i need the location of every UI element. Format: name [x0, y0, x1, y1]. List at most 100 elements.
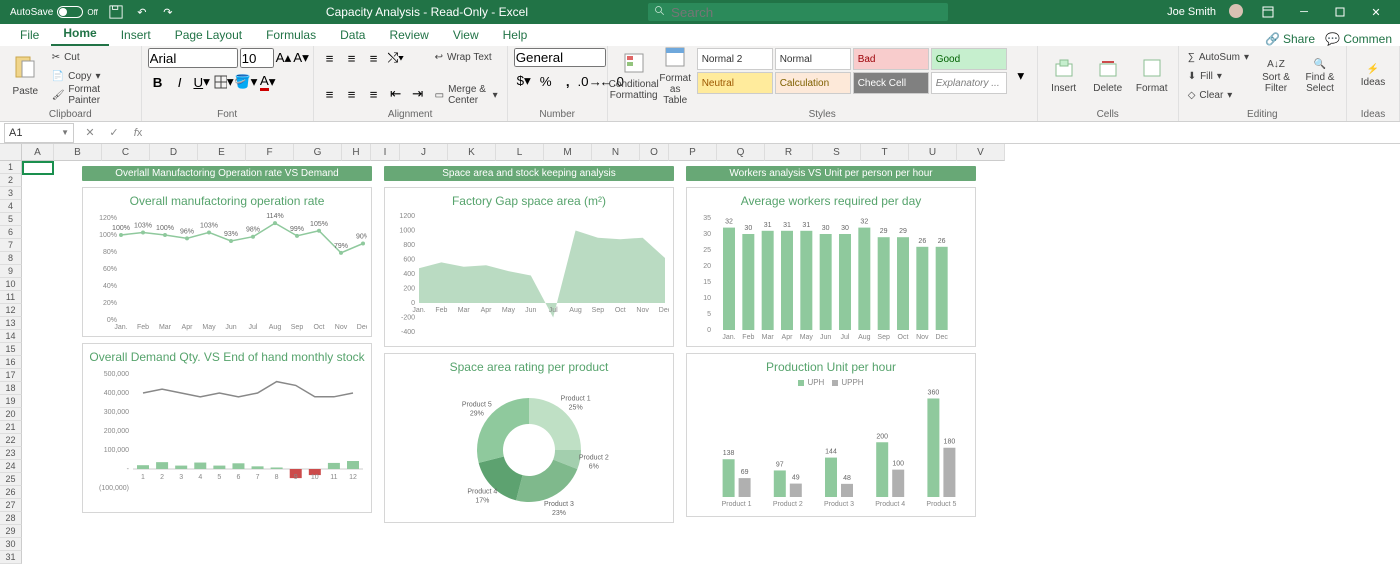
row-header[interactable]: 24: [0, 460, 22, 473]
col-header[interactable]: Q: [717, 144, 765, 161]
tab-data[interactable]: Data: [328, 24, 377, 46]
delete-cells-button[interactable]: Delete: [1088, 48, 1128, 104]
fx-icon[interactable]: fx: [126, 127, 150, 139]
find-select-button[interactable]: 🔍Find & Select: [1300, 48, 1340, 104]
col-header[interactable]: B: [54, 144, 102, 161]
row-header[interactable]: 19: [0, 395, 22, 408]
orientation-icon[interactable]: ⤭▾: [386, 48, 406, 68]
row-header[interactable]: 4: [0, 200, 22, 213]
tab-home[interactable]: Home: [51, 22, 108, 46]
col-header[interactable]: A: [22, 144, 54, 161]
number-format-select[interactable]: [514, 48, 606, 67]
row-header[interactable]: 12: [0, 304, 22, 317]
row-header[interactable]: 8: [0, 252, 22, 265]
align-top-icon[interactable]: ≡: [320, 48, 340, 68]
row-header[interactable]: 18: [0, 382, 22, 395]
col-header[interactable]: M: [544, 144, 592, 161]
tab-insert[interactable]: Insert: [109, 24, 163, 46]
col-header[interactable]: I: [371, 144, 400, 161]
tab-formulas[interactable]: Formulas: [254, 24, 328, 46]
close-icon[interactable]: ✕: [1364, 0, 1388, 24]
row-header[interactable]: 2: [0, 174, 22, 187]
col-header[interactable]: V: [957, 144, 1005, 161]
row-header[interactable]: 30: [0, 538, 22, 551]
minimize-icon[interactable]: ─: [1292, 0, 1316, 24]
maximize-icon[interactable]: [1328, 0, 1352, 24]
copy-button[interactable]: 📄Copy ▾: [49, 67, 135, 85]
cancel-icon[interactable]: ✕: [78, 126, 102, 139]
row-header[interactable]: 3: [0, 187, 22, 200]
tab-review[interactable]: Review: [377, 24, 440, 46]
row-header[interactable]: 11: [0, 291, 22, 304]
paste-button[interactable]: Paste: [6, 48, 45, 104]
conditional-formatting-button[interactable]: Conditional Formatting: [614, 48, 654, 104]
row-header[interactable]: 27: [0, 499, 22, 512]
ribbon-display-icon[interactable]: [1256, 0, 1280, 24]
chart-uph[interactable]: Production Unit per hour UPH UPPH 13869P…: [686, 353, 976, 517]
wrap-text-button[interactable]: ↩Wrap Text: [432, 48, 501, 66]
tab-page-layout[interactable]: Page Layout: [163, 24, 254, 46]
search-input[interactable]: [671, 5, 942, 20]
autosave-toggle[interactable]: AutoSave Off: [10, 6, 98, 18]
font-family-select[interactable]: [148, 48, 238, 68]
formula-input[interactable]: [150, 123, 1400, 143]
col-header[interactable]: C: [102, 144, 150, 161]
row-header[interactable]: 13: [0, 317, 22, 330]
row-header[interactable]: 22: [0, 434, 22, 447]
style-good[interactable]: Good: [931, 48, 1007, 70]
style-bad[interactable]: Bad: [853, 48, 929, 70]
insert-cells-button[interactable]: Insert: [1044, 48, 1084, 104]
tab-view[interactable]: View: [441, 24, 491, 46]
fill-button[interactable]: ⬇Fill ▾: [1185, 67, 1252, 85]
comments-button[interactable]: 💬 Commen: [1325, 32, 1392, 46]
undo-icon[interactable]: ↶: [134, 4, 150, 20]
tab-help[interactable]: Help: [491, 24, 540, 46]
chart-op-rate[interactable]: Overall manufactoring operation rate 0%2…: [82, 187, 372, 337]
row-header[interactable]: 1: [0, 161, 22, 174]
col-header[interactable]: P: [669, 144, 717, 161]
col-header[interactable]: F: [246, 144, 294, 161]
format-as-table-button[interactable]: Format as Table: [658, 48, 693, 104]
chart-workers[interactable]: Average workers required per day 0510152…: [686, 187, 976, 347]
col-header[interactable]: L: [496, 144, 544, 161]
row-header[interactable]: 28: [0, 512, 22, 525]
sort-filter-button[interactable]: A↓ZSort & Filter: [1256, 48, 1296, 104]
clear-button[interactable]: ◇Clear ▾: [1185, 86, 1252, 104]
align-right-icon[interactable]: ≡: [364, 84, 384, 104]
tab-file[interactable]: File: [8, 24, 51, 46]
indent-dec-icon[interactable]: ⇤: [386, 84, 406, 104]
borders-button[interactable]: ▾: [214, 72, 234, 92]
underline-button[interactable]: U ▾: [192, 72, 212, 92]
fill-color-button[interactable]: 🪣▾: [236, 72, 256, 92]
col-header[interactable]: G: [294, 144, 342, 161]
currency-icon[interactable]: $▾: [514, 71, 534, 91]
format-painter-button[interactable]: 🖌Format Painter: [49, 86, 135, 104]
format-cells-button[interactable]: Format: [1132, 48, 1172, 104]
col-header[interactable]: S: [813, 144, 861, 161]
row-header[interactable]: 10: [0, 278, 22, 291]
col-header[interactable]: K: [448, 144, 496, 161]
ideas-button[interactable]: ⚡Ideas: [1353, 48, 1393, 104]
row-header[interactable]: 20: [0, 408, 22, 421]
style-calculation[interactable]: Calculation: [775, 72, 851, 94]
row-header[interactable]: 16: [0, 356, 22, 369]
save-icon[interactable]: [108, 4, 124, 20]
select-all-corner[interactable]: [0, 144, 22, 161]
comma-icon[interactable]: ,: [558, 71, 578, 91]
name-box[interactable]: A1 ▼: [4, 123, 74, 143]
user-avatar-icon[interactable]: [1228, 3, 1244, 22]
col-header[interactable]: N: [592, 144, 640, 161]
merge-center-button[interactable]: ▭Merge & Center ▾: [432, 86, 501, 104]
confirm-icon[interactable]: ✓: [102, 126, 126, 139]
italic-button[interactable]: I: [170, 72, 190, 92]
autosum-button[interactable]: ∑AutoSum ▾: [1185, 48, 1252, 66]
align-middle-icon[interactable]: ≡: [342, 48, 362, 68]
col-header[interactable]: R: [765, 144, 813, 161]
indent-inc-icon[interactable]: ⇥: [408, 84, 428, 104]
row-header[interactable]: 5: [0, 213, 22, 226]
font-color-button[interactable]: A▾: [258, 72, 278, 92]
search-box[interactable]: [648, 3, 948, 21]
font-size-select[interactable]: [240, 48, 274, 68]
col-header[interactable]: T: [861, 144, 909, 161]
col-header[interactable]: J: [400, 144, 448, 161]
